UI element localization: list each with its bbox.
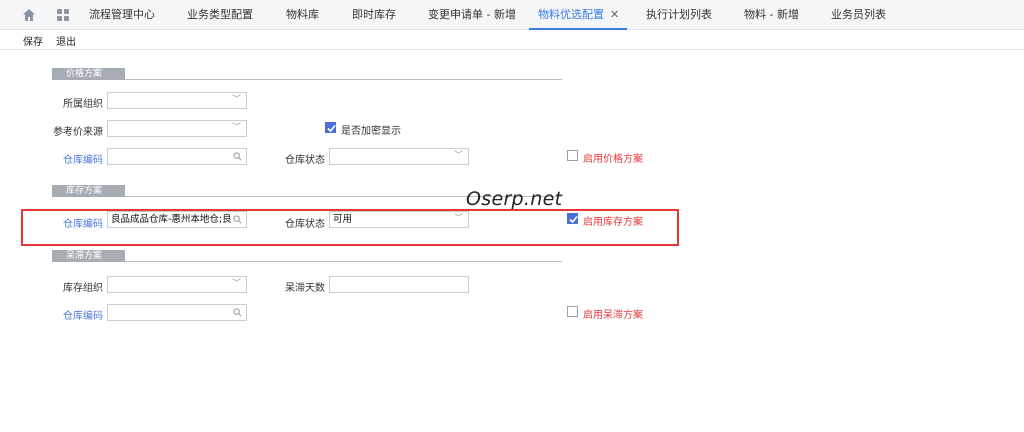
tab-material-library[interactable]: 物料库 — [286, 0, 319, 30]
check-icon — [327, 124, 336, 133]
check-icon — [569, 215, 578, 224]
section-divider — [125, 79, 562, 80]
stale-days-input[interactable] — [329, 276, 469, 293]
section-price-header: 价格方案 — [52, 68, 562, 80]
tab-bar: 流程管理中心 业务类型配置 物料库 即时库存 变更申请单 - 新增 物料优选配置… — [0, 0, 1024, 30]
enable-stale-scheme-label: 启用呆滞方案 — [583, 310, 643, 321]
stock-warehouse-status-select[interactable]: 可用 ﹀ — [329, 211, 469, 228]
section-divider — [125, 261, 562, 262]
chevron-down-icon: ﹀ — [231, 279, 241, 289]
stale-warehouse-code-label[interactable]: 仓库编码 — [40, 307, 103, 322]
stock-warehouse-status-value: 可用 — [333, 214, 353, 225]
search-icon[interactable] — [233, 308, 242, 317]
watermark-text: Oserp.net — [466, 188, 563, 210]
tab-salesperson-list[interactable]: 业务员列表 — [831, 0, 886, 30]
home-icon[interactable] — [22, 8, 36, 22]
stale-warehouse-code-input[interactable] — [107, 304, 247, 321]
tab-execution-plan-list[interactable]: 执行计划列表 — [646, 0, 712, 30]
tab-label: 物料优选配置 — [538, 8, 604, 21]
tab-realtime-stock[interactable]: 即时库存 — [352, 0, 396, 30]
org-label: 所属组织 — [63, 99, 103, 110]
ref-price-source-select[interactable]: ﹀ — [107, 120, 247, 137]
stock-org-label: 库存组织 — [63, 283, 103, 294]
close-icon[interactable]: ✕ — [610, 8, 619, 21]
chevron-down-icon: ﹀ — [231, 95, 241, 105]
chevron-down-icon: ﹀ — [453, 151, 463, 161]
section-stale-header: 呆滞方案 — [52, 250, 562, 262]
stock-warehouse-status-label: 仓库状态 — [285, 219, 325, 230]
stock-warehouse-code-label[interactable]: 仓库编码 — [40, 215, 103, 230]
encrypt-display-label: 是否加密显示 — [341, 126, 401, 137]
enable-price-scheme-label: 启用价格方案 — [583, 154, 643, 165]
section-title: 呆滞方案 — [52, 250, 125, 262]
tab-business-type-config[interactable]: 业务类型配置 — [187, 0, 253, 30]
price-warehouse-status-label: 仓库状态 — [285, 155, 325, 166]
ref-price-source-label: 参考价来源 — [53, 127, 103, 138]
stock-warehouse-code-input[interactable]: 良品成品仓库-惠州本地仓;良 — [107, 211, 247, 228]
section-title: 价格方案 — [52, 68, 125, 80]
enable-stale-scheme-checkbox[interactable] — [567, 306, 578, 317]
exit-button[interactable]: 退出 — [56, 33, 76, 48]
search-icon[interactable] — [233, 152, 242, 161]
tab-change-request-new[interactable]: 变更申请单 - 新增 — [428, 0, 516, 30]
encrypt-display-checkbox[interactable] — [325, 122, 336, 133]
price-warehouse-status-select[interactable]: ﹀ — [329, 148, 469, 165]
stale-days-label: 呆滞天数 — [285, 283, 325, 294]
stock-org-select[interactable]: ﹀ — [107, 276, 247, 293]
search-icon[interactable] — [233, 215, 242, 224]
save-button[interactable]: 保存 — [23, 33, 43, 48]
tab-process-center[interactable]: 流程管理中心 — [89, 0, 155, 30]
tab-material-new[interactable]: 物料 - 新增 — [744, 0, 799, 30]
section-title: 库存方案 — [52, 185, 125, 197]
chevron-down-icon: ﹀ — [453, 214, 463, 224]
enable-price-scheme-checkbox[interactable] — [567, 150, 578, 161]
apps-grid-icon[interactable] — [56, 8, 70, 22]
price-warehouse-code-label[interactable]: 仓库编码 — [40, 151, 103, 166]
toolbar: 保存 退出 — [0, 30, 1024, 50]
price-warehouse-code-input[interactable] — [107, 148, 247, 165]
tab-material-preference-config[interactable]: 物料优选配置 ✕ — [529, 0, 628, 30]
stock-warehouse-code-value: 良品成品仓库-惠州本地仓;良 — [111, 214, 232, 225]
enable-stock-scheme-label: 启用库存方案 — [583, 217, 643, 228]
org-select[interactable]: ﹀ — [107, 92, 247, 109]
enable-stock-scheme-checkbox[interactable] — [567, 213, 578, 224]
chevron-down-icon: ﹀ — [231, 123, 241, 133]
